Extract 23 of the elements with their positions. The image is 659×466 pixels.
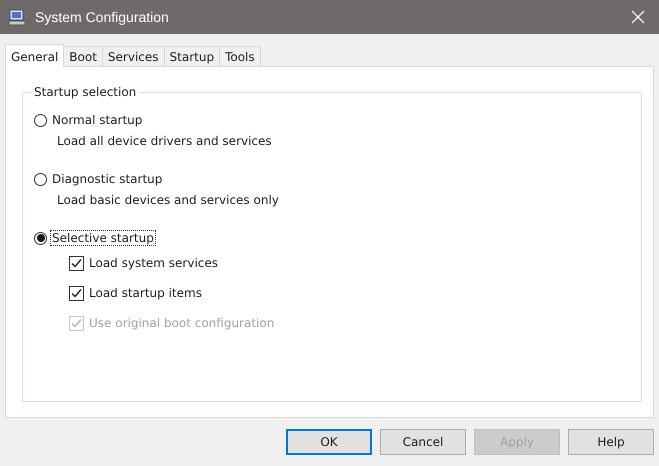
dialog-button[interactable]: Help xyxy=(568,429,654,455)
tab[interactable]: Tools xyxy=(219,46,261,66)
checkbox[interactable] xyxy=(69,256,84,270)
close-icon[interactable] xyxy=(631,10,645,24)
dialog-button[interactable]: OK xyxy=(286,429,372,455)
option-description: Load basic devices and services only xyxy=(56,192,280,209)
tab[interactable]: General xyxy=(5,44,64,67)
tab[interactable]: Startup xyxy=(164,46,220,66)
radio-label[interactable]: Diagnostic startup xyxy=(51,172,164,186)
radio-button[interactable] xyxy=(34,232,47,244)
group-title: Startup selection xyxy=(31,85,140,99)
checkbox-label: Load startup items xyxy=(88,286,203,300)
checkbox-label: Load system services xyxy=(88,256,220,270)
option-description: Load all device drivers and services xyxy=(56,133,273,150)
radio-button[interactable] xyxy=(34,114,47,126)
window-title: System Configuration xyxy=(35,9,170,25)
radio-label[interactable]: Selective startup xyxy=(51,231,155,245)
radio-button[interactable] xyxy=(34,172,47,186)
dialog-button[interactable]: Cancel xyxy=(380,429,466,455)
radio-label[interactable]: Normal startup xyxy=(51,113,144,127)
checkbox[interactable] xyxy=(69,286,84,300)
checkbox-label: Use original boot configuration xyxy=(88,316,276,330)
computer-icon xyxy=(8,8,26,26)
